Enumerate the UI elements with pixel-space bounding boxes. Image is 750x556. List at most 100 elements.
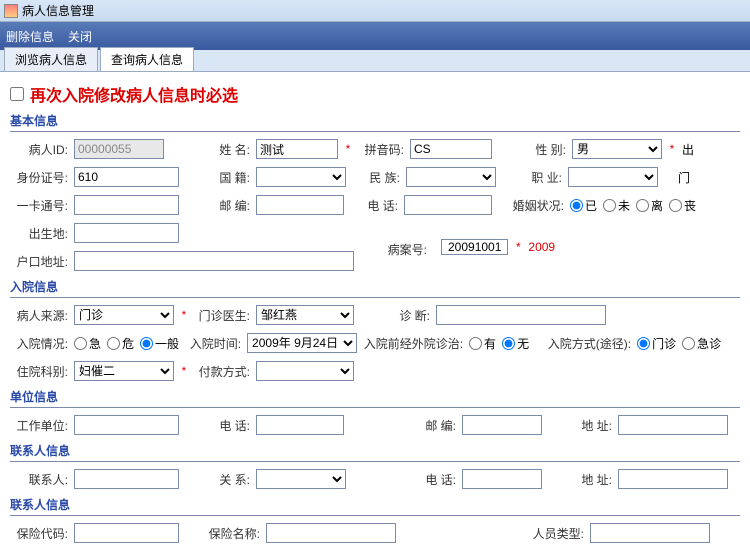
lbl-cardno: 一卡通号:: [10, 197, 68, 214]
relation-select[interactable]: [256, 469, 346, 489]
ethnicity-select[interactable]: [406, 167, 496, 187]
section-basic: 基本信息: [10, 112, 740, 129]
lbl-occupation: 职 业:: [520, 169, 562, 186]
headline-row: 再次入院修改病人信息时必选: [10, 82, 740, 106]
admission-way-group: 门诊 急诊: [637, 335, 721, 352]
persontype-input[interactable]: [590, 523, 710, 543]
patient-id-input: [74, 139, 164, 159]
lbl-contact-addr: 地 址:: [570, 471, 612, 488]
lbl-work-postcode: 邮 编:: [410, 417, 456, 434]
cardno-input[interactable]: [74, 195, 179, 215]
required-source: *: [180, 308, 188, 322]
cond-critical[interactable]: 危: [107, 335, 134, 352]
birthplace-input[interactable]: [74, 223, 179, 243]
outdoctor-select[interactable]: 邹红燕: [256, 305, 354, 325]
lbl-outdoctor: 门诊医生:: [194, 307, 250, 324]
lbl-dept: 住院科别:: [10, 363, 68, 380]
marital-widow[interactable]: 丧: [669, 197, 696, 214]
marital-div[interactable]: 离: [636, 197, 663, 214]
lbl-name: 姓 名:: [204, 141, 250, 158]
nationality-select[interactable]: [256, 167, 346, 187]
tab-browse[interactable]: 浏览病人信息: [4, 47, 98, 71]
way-emergency[interactable]: 急诊: [682, 335, 721, 352]
lbl-persontype: 人员类型:: [528, 525, 584, 542]
section-admission: 入院信息: [10, 278, 740, 295]
phone-input[interactable]: [404, 195, 492, 215]
lbl-patient-id: 病人ID:: [10, 141, 68, 158]
hr-contact2: [10, 515, 740, 516]
required-name: *: [344, 142, 352, 156]
cond-urgent[interactable]: 急: [74, 335, 101, 352]
menu-close[interactable]: 关闭: [68, 28, 92, 45]
lbl-postcode: 邮 编:: [204, 197, 250, 214]
pre-no[interactable]: 无: [502, 335, 529, 352]
lbl-relation: 关 系:: [204, 471, 250, 488]
caseno-red: 2009: [528, 240, 555, 254]
lbl-work-addr: 地 址:: [570, 417, 612, 434]
menu-delete[interactable]: 删除信息: [6, 28, 54, 45]
lbl-pretreatment: 入院前经外院诊治:: [363, 335, 463, 352]
contact-phone-input[interactable]: [462, 469, 542, 489]
lbl-workunit: 工作单位:: [10, 417, 68, 434]
title-text: 病人信息管理: [22, 2, 94, 19]
required-gender: *: [668, 142, 676, 156]
contact-addr-input[interactable]: [618, 469, 728, 489]
caseno-value: 20091001: [441, 239, 508, 255]
lbl-work-phone: 电 话:: [204, 417, 250, 434]
diagnosis-input[interactable]: [436, 305, 606, 325]
work-postcode-input[interactable]: [462, 415, 542, 435]
lbl-admission-cond: 入院情况:: [10, 335, 68, 352]
pre-yes[interactable]: 有: [469, 335, 496, 352]
section-contact: 联系人信息: [10, 442, 740, 459]
admission-time-select[interactable]: 2009年 9月24日: [247, 333, 357, 353]
hr-basic: [10, 131, 740, 132]
cond-normal[interactable]: 一般: [140, 335, 179, 352]
workunit-input[interactable]: [74, 415, 179, 435]
work-phone-input[interactable]: [256, 415, 344, 435]
payment-select[interactable]: [256, 361, 354, 381]
pinyin-input[interactable]: [410, 139, 492, 159]
menubar: 删除信息 关闭: [0, 22, 750, 50]
section-contact2: 联系人信息: [10, 496, 740, 513]
required-caseno: *: [514, 240, 522, 254]
work-addr-input[interactable]: [618, 415, 728, 435]
name-input[interactable]: [256, 139, 338, 159]
section-work: 单位信息: [10, 388, 740, 405]
occupation-select[interactable]: [568, 167, 658, 187]
lbl-birthplace: 出生地:: [10, 225, 68, 242]
hr-admission: [10, 297, 740, 298]
inscode-input[interactable]: [74, 523, 179, 543]
tabbar: 浏览病人信息 查询病人信息: [0, 50, 750, 72]
dept-select[interactable]: 妇催二: [74, 361, 174, 381]
household-input[interactable]: [74, 251, 354, 271]
way-outpatient[interactable]: 门诊: [637, 335, 676, 352]
lbl-admission-time: 入院时间:: [185, 335, 241, 352]
marital-group: 已 未 离 丧: [570, 197, 696, 214]
source-select[interactable]: 门诊: [74, 305, 174, 325]
gender-select[interactable]: 男: [572, 139, 662, 159]
lbl-contact-name: 联系人:: [10, 471, 68, 488]
caseno-big: 20091001 * 2009: [441, 239, 555, 255]
lbl-admission-way: 入院方式(途径):: [535, 335, 631, 352]
cutoff-2: 门: [678, 169, 690, 186]
lbl-pinyin: 拼音码:: [358, 141, 404, 158]
headline-text: 再次入院修改病人信息时必选: [30, 82, 238, 106]
lbl-inscode: 保险代码:: [10, 525, 68, 542]
lbl-contact-phone: 电 话:: [410, 471, 456, 488]
lbl-phone: 电 话:: [350, 197, 398, 214]
insname-input[interactable]: [266, 523, 396, 543]
idcard-input[interactable]: [74, 167, 179, 187]
lbl-household: 户口地址:: [10, 253, 68, 270]
lbl-nationality: 国 籍:: [204, 169, 250, 186]
marital-no[interactable]: 未: [603, 197, 630, 214]
readmission-checkbox[interactable]: [10, 87, 24, 101]
marital-yes[interactable]: 已: [570, 197, 597, 214]
hr-contact: [10, 461, 740, 462]
contact-name-input[interactable]: [74, 469, 179, 489]
lbl-caseno: 病案号:: [381, 241, 427, 258]
postcode-input[interactable]: [256, 195, 344, 215]
lbl-ethnicity: 民 族:: [352, 169, 400, 186]
content: 再次入院修改病人信息时必选 基本信息 病人ID: 姓 名: * 拼音码: 性 别…: [0, 72, 750, 556]
tab-search[interactable]: 查询病人信息: [100, 47, 194, 71]
titlebar: 病人信息管理: [0, 0, 750, 22]
